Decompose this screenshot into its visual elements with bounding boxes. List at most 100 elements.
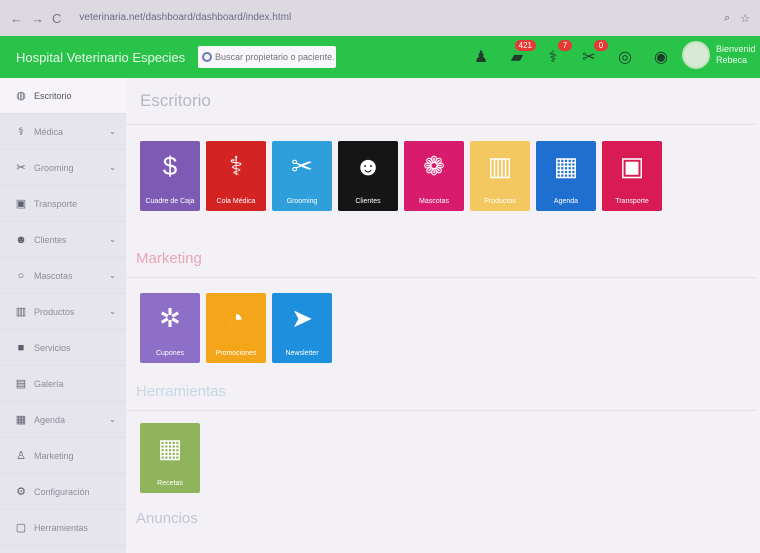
tile-icon: ▦: [553, 151, 579, 181]
sidebar-item-transporte[interactable]: ▣ Transporte: [0, 186, 126, 222]
search-input[interactable]: [215, 52, 335, 62]
reload-icon[interactable]: C: [52, 11, 61, 26]
tile-label: Clientes: [355, 198, 381, 205]
scissors-icon-glyph: ✂: [582, 49, 596, 66]
tile-icon: ✂: [291, 151, 313, 181]
notification-badge: 7: [558, 40, 572, 51]
sidebar-item-label: Clientes: [34, 234, 67, 245]
tile-icon: ▦: [157, 433, 183, 463]
tile-label: Agenda: [553, 198, 579, 205]
sidebar-item-galeria[interactable]: ▤ Galería: [0, 366, 126, 402]
address-bar[interactable]: veterinaria.net/dashboard/dashboard/inde…: [75, 8, 325, 28]
brand-title[interactable]: Hospital Veterinario Especies: [0, 50, 185, 65]
tile-cuadre-de-caja[interactable]: $ Cuadre de Caja: [140, 141, 200, 211]
sidebar-icon: ◍: [16, 90, 26, 102]
tile-cupones[interactable]: ✲ Cupones: [140, 293, 200, 363]
tile-cola-me-dica[interactable]: ⚕ Cola Médica: [206, 141, 266, 211]
lifebuoy-icon-glyph: ◎: [618, 49, 632, 66]
divider: [126, 410, 756, 411]
tile-label: Recetas: [157, 480, 183, 487]
sidebar-item-clientes[interactable]: ☻ Clientes ⌄: [0, 222, 126, 258]
sidebar-item-label: Servicios: [34, 342, 71, 353]
sidebar-icon: ▥: [15, 306, 27, 318]
user-add-icon[interactable]: ♟: [470, 46, 492, 68]
avatar[interactable]: [682, 41, 710, 69]
sidebar-item-agenda[interactable]: ▦ Agenda ⌄: [0, 402, 126, 438]
sidebar-item-mascotas[interactable]: ○ Mascotas ⌄: [0, 258, 126, 294]
globe-icon[interactable]: ◉: [650, 46, 672, 68]
lifebuoy-icon[interactable]: ◎: [614, 46, 636, 68]
sidebar-item-label: Galería: [34, 378, 64, 389]
sidebar-item-label: Productos: [34, 306, 75, 317]
sidebar-item-label: Agenda: [34, 414, 66, 425]
stethoscope-icon[interactable]: ⚕ 7: [542, 40, 572, 68]
sidebar-icon: ⚕: [18, 126, 24, 138]
tile-icon: ▣: [619, 151, 645, 181]
section-title-marketing: Marketing: [136, 250, 202, 267]
search-box[interactable]: [198, 46, 336, 68]
user-menu[interactable]: Bienvenid Rebeca: [682, 41, 756, 69]
tile-newsletter[interactable]: ➤ Newsletter: [272, 293, 332, 363]
tile-agenda[interactable]: ▦ Agenda: [536, 141, 596, 211]
sidebar-item-medica[interactable]: ⚕ Médica ⌄: [0, 114, 126, 150]
chevron-down-icon[interactable]: ⌄: [109, 415, 116, 424]
sidebar-item-label: Transporte: [34, 198, 78, 209]
sidebar-icon: ✂: [16, 162, 26, 174]
sidebar: ◍ Escritorio ⚕ Médica ⌄ ✂ Grooming ⌄ ▣ Transporte…: [0, 78, 126, 553]
tile-transporte[interactable]: ▣ Transporte: [602, 141, 662, 211]
tile-recetas[interactable]: ▦ Recetas: [140, 423, 200, 493]
chevron-down-icon[interactable]: ⌄: [109, 127, 116, 136]
globe-icon-glyph: ◉: [654, 49, 668, 66]
sidebar-item-label: Mascotas: [34, 270, 73, 281]
sidebar-icon: ▢: [15, 522, 27, 534]
sidebar-icon: ▤: [15, 378, 27, 390]
user-add-icon-glyph: ♟: [473, 49, 489, 66]
tile-label: Mascotas: [419, 198, 449, 205]
sidebar-item-label: Médica: [34, 126, 64, 137]
chevron-down-icon[interactable]: ⌄: [109, 307, 116, 316]
tile-icon: ➤: [291, 303, 313, 333]
tile-clientes[interactable]: ☻ Clientes: [338, 141, 398, 211]
scissors-icon[interactable]: ✂ 0: [578, 40, 608, 68]
sidebar-item-herramientas[interactable]: ▢ Herramientas: [0, 510, 126, 546]
sidebar-icon: ▦: [15, 414, 27, 426]
messages-icon[interactable]: ▰ 421: [506, 40, 536, 68]
sidebar-icon: ⚙: [16, 486, 26, 498]
tile-productos[interactable]: ▥ Productos: [470, 141, 530, 211]
sidebar-item-servicios[interactable]: ■ Servicios: [0, 330, 126, 366]
sidebar-item-productos[interactable]: ▥ Productos ⌄: [0, 294, 126, 330]
notification-badge: 421: [514, 40, 536, 51]
tile-icon: ▥: [487, 151, 513, 181]
browser-toolbar: ← → C veterinaria.net/dashboard/dashboar…: [0, 0, 760, 36]
user-greeting: Bienvenid: [716, 44, 756, 54]
tiles-escritorio: $ Cuadre de Caja ⚕ Cola Médica ✂ Grooming ☻ Cli…: [140, 141, 662, 211]
tile-label: Grooming: [286, 198, 318, 205]
tile-promociones[interactable]: ◔ Promociones: [206, 293, 266, 363]
divider: [126, 124, 756, 125]
chevron-down-icon[interactable]: ⌄: [109, 163, 116, 172]
sidebar-item-configuracion[interactable]: ⚙ Configuración: [0, 474, 126, 510]
back-icon[interactable]: ←: [10, 11, 23, 26]
tile-icon: ❁: [423, 151, 445, 181]
tile-icon: ✲: [159, 303, 181, 333]
zoom-icon[interactable]: ⌕: [724, 12, 730, 25]
sidebar-icon: ☻: [15, 233, 27, 246]
forward-icon[interactable]: →: [31, 11, 44, 26]
sidebar-item-label: Marketing: [34, 450, 74, 461]
sidebar-item-label: Configuración: [34, 486, 90, 497]
tile-label: Cupones: [155, 350, 185, 357]
app-header: Hospital Veterinario Especies ♟ ▰421⚕7✂0 ◎…: [0, 36, 760, 78]
tile-icon: ◔: [228, 303, 244, 333]
divider: [126, 277, 756, 278]
tile-mascotas[interactable]: ❁ Mascotas: [404, 141, 464, 211]
tile-icon: ☻: [354, 151, 382, 181]
bookmark-star-icon[interactable]: ☆: [740, 12, 750, 25]
sidebar-icon: ■: [17, 341, 25, 354]
chevron-down-icon[interactable]: ⌄: [109, 235, 116, 244]
tile-label: Newsletter: [285, 350, 319, 357]
chevron-down-icon[interactable]: ⌄: [109, 271, 116, 280]
tile-grooming[interactable]: ✂ Grooming: [272, 141, 332, 211]
sidebar-item-marketing[interactable]: ♙ Marketing: [0, 438, 126, 474]
sidebar-item-escritorio[interactable]: ◍ Escritorio: [0, 78, 126, 114]
sidebar-item-grooming[interactable]: ✂ Grooming ⌄: [0, 150, 126, 186]
